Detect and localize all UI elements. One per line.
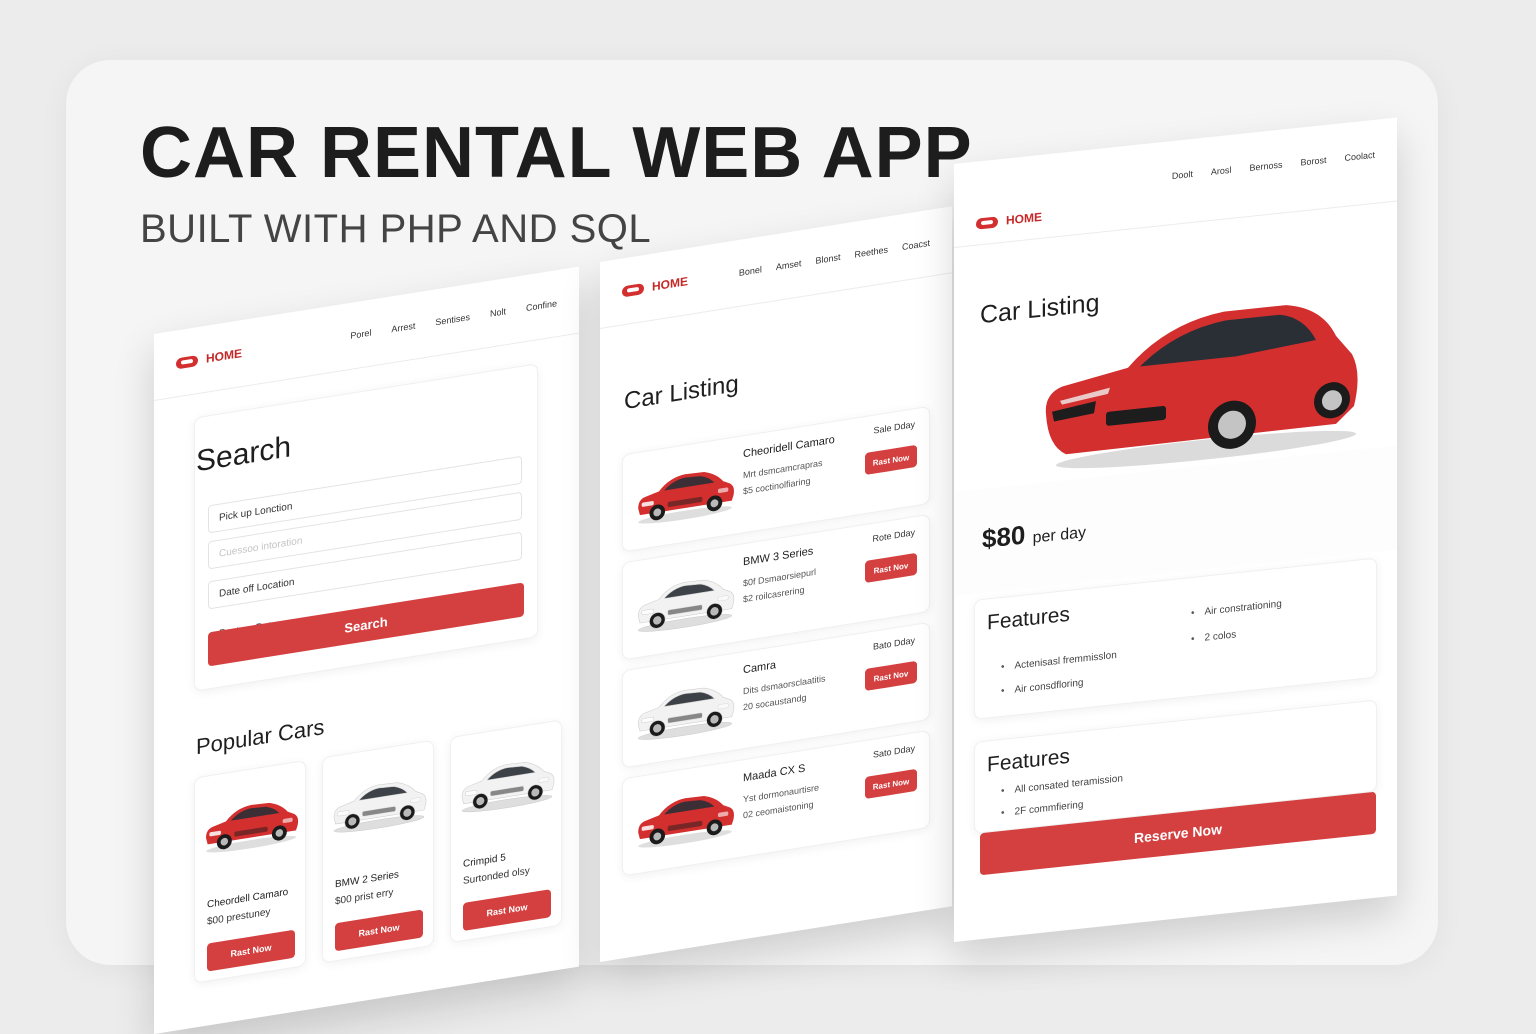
- rent-now-button[interactable]: Rast Nov: [865, 552, 917, 584]
- car-image: [633, 559, 737, 639]
- popular-car-card[interactable]: Cheordell Camaro $00 prestuney Rast Now: [194, 759, 306, 984]
- brand-home-link[interactable]: HOME: [622, 274, 688, 298]
- car-image: [633, 667, 737, 747]
- nav-link[interactable]: Bonel: [739, 264, 762, 278]
- nav-link[interactable]: Coacst: [902, 238, 930, 252]
- car-meta: Mrt dsmcamcrapras: [743, 457, 823, 481]
- listing-screen: HOME Bonel Amset Blonst Reethes Coacst C…: [600, 206, 952, 963]
- brand-label: HOME: [206, 346, 242, 366]
- nav-link[interactable]: Bernoss: [1249, 159, 1282, 172]
- hero-title: CAR RENTAL WEB APP: [140, 113, 973, 193]
- listing-title: Car Listing: [624, 370, 739, 416]
- car-image: [457, 743, 557, 819]
- car-name: Maada CX S: [743, 762, 806, 785]
- brand-label: HOME: [1006, 209, 1042, 228]
- car-meta: Dits dsmaorsclaatitis: [743, 673, 826, 697]
- car-logo-icon: [176, 354, 198, 370]
- car-name: Camra: [743, 659, 777, 677]
- nav-link[interactable]: Nolt: [490, 306, 506, 319]
- rent-now-button[interactable]: Rast Now: [865, 768, 917, 800]
- nav-link[interactable]: Sentises: [435, 312, 470, 327]
- nav-links: Porel Arrest Sentises Nolt Confine: [350, 298, 557, 341]
- feature-item: All consated teramission: [1001, 773, 1123, 797]
- popular-car-card[interactable]: Crimpid 5 Surtonded olsy Rast Now: [450, 719, 562, 944]
- price-label: $80 per day: [982, 513, 1086, 555]
- car-logo-icon: [622, 282, 644, 298]
- nav-links: Doolt Arosl Bernoss Borost Coolact: [1172, 149, 1375, 180]
- features-title: Features: [987, 744, 1070, 777]
- nav-links: Bonel Amset Blonst Reethes Coacst: [739, 238, 930, 278]
- daily-rate: Sale Dday: [873, 419, 915, 436]
- hero-subtitle: BUILT WITH PHP AND SQL: [140, 207, 652, 251]
- feature-item: Air consdfloring: [1001, 677, 1084, 697]
- popular-car-card[interactable]: BMW 2 Series $00 prist erry Rast Now: [322, 739, 434, 964]
- popular-cars-title: Popular Cars: [196, 714, 325, 760]
- nav-link[interactable]: Confine: [526, 298, 557, 313]
- daily-rate: Bato Dday: [872, 635, 915, 652]
- brand-home-link[interactable]: HOME: [176, 346, 242, 370]
- feature-item: 2F commfiering: [1001, 799, 1084, 819]
- rent-now-button[interactable]: Rast Now: [463, 889, 551, 932]
- detail-screen: HOME Doolt Arosl Bernoss Borost Coolact …: [954, 117, 1397, 942]
- car-meta: $0f Dsmaorsiepurl: [743, 566, 817, 589]
- rent-now-button[interactable]: Rast Now: [865, 444, 917, 476]
- nav-link[interactable]: Arrest: [391, 321, 415, 335]
- nav-link[interactable]: Reethes: [854, 244, 888, 259]
- search-screen: HOME Porel Arrest Sentises Nolt Confine …: [154, 266, 579, 1034]
- brand-label: HOME: [652, 274, 688, 294]
- nav-link[interactable]: Porel: [350, 328, 371, 341]
- car-image: [633, 775, 737, 855]
- rent-now-button[interactable]: Rast Now: [335, 909, 423, 952]
- car-image: [633, 451, 737, 531]
- car-meta: 20 socaustandg: [743, 692, 807, 713]
- daily-rate: Sato Dday: [872, 743, 915, 760]
- rent-now-button[interactable]: Rast Nov: [865, 660, 917, 692]
- nav-link[interactable]: Doolt: [1172, 168, 1193, 180]
- car-name: BMW 3 Series: [743, 545, 814, 569]
- car-image: [329, 763, 429, 839]
- car-image: [201, 784, 301, 860]
- price-value: $80: [982, 519, 1026, 555]
- car-name: Cheoridell Camaro: [743, 433, 835, 461]
- price-unit: per day: [1032, 524, 1086, 547]
- rent-now-button[interactable]: Rast Now: [207, 929, 295, 972]
- car-logo-icon: [976, 215, 998, 230]
- car-meta: $5 coctinolfiaring: [743, 475, 811, 497]
- brand-home-link[interactable]: HOME: [976, 210, 1042, 231]
- nav-link[interactable]: Blonst: [815, 252, 840, 266]
- daily-rate: Rote Dday: [872, 527, 915, 544]
- feature-item: Air constrationing: [1191, 599, 1282, 620]
- feature-item: 2 colos: [1191, 629, 1237, 645]
- nav-link[interactable]: Amset: [776, 258, 802, 272]
- features-title: Features: [987, 602, 1070, 635]
- nav-link[interactable]: Borost: [1300, 154, 1326, 167]
- nav-link[interactable]: Coolact: [1344, 149, 1375, 162]
- car-meta: $2 roilcasrering: [743, 584, 805, 605]
- feature-item: Actenisasl fremmisslon: [1001, 650, 1117, 673]
- nav-link[interactable]: Arosl: [1211, 164, 1232, 176]
